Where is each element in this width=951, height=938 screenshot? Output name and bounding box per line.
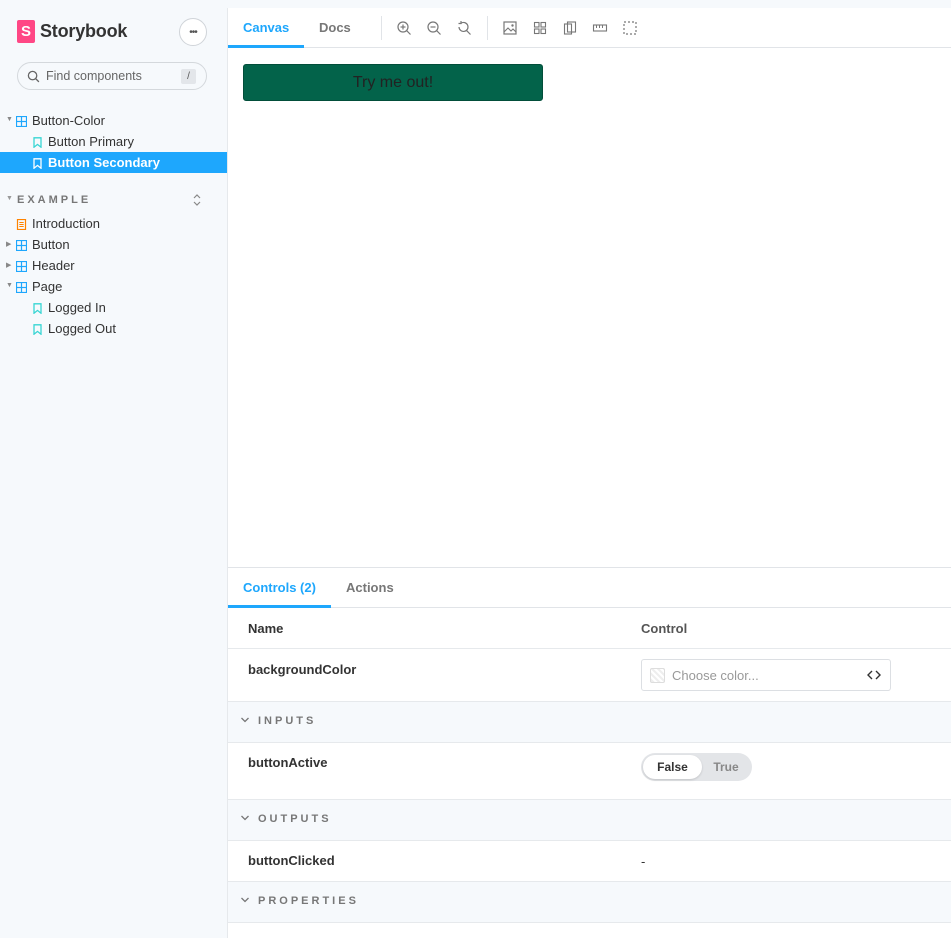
color-placeholder: Choose color...: [672, 668, 759, 683]
tree-item-label: Button Primary: [48, 134, 134, 149]
background-icon[interactable]: [502, 20, 518, 36]
bookmark-icon: [33, 324, 42, 335]
table-row: buttonActive False True: [228, 743, 951, 800]
tree-item-header[interactable]: ▶ Header: [0, 255, 227, 276]
main-panel: Canvas Docs Try me out! Controls (2) Act…: [227, 8, 951, 938]
tree-item-button-primary[interactable]: Button Primary: [0, 131, 227, 152]
settings-menu-button[interactable]: •••: [179, 18, 207, 46]
sidebar: S Storybook ••• / ▼ Button-Color Button …: [0, 0, 227, 938]
tree-item-button-color[interactable]: ▼ Button-Color: [0, 110, 227, 131]
tree-item-introduction[interactable]: Introduction: [0, 213, 227, 234]
chevron-down-icon: [241, 717, 249, 723]
group-inputs[interactable]: INPUTS: [228, 702, 951, 743]
toggle-option-false[interactable]: False: [643, 755, 702, 779]
arg-name: buttonClicked: [248, 853, 335, 868]
chevron-down-icon: [241, 815, 249, 821]
header-name: Name: [248, 621, 284, 636]
tree-item-label: Button: [32, 237, 70, 252]
component-icon: [16, 240, 27, 251]
table-row: backgroundColor Choose color...: [228, 649, 951, 702]
controls-table-header: Name Control: [228, 608, 951, 649]
document-icon: [16, 219, 27, 230]
code-icon[interactable]: [867, 669, 881, 681]
group-outputs[interactable]: OUTPUTS: [228, 800, 951, 841]
collapsed-caret-icon: ▶: [6, 241, 12, 248]
group-title: OUTPUTS: [258, 813, 332, 825]
toolbar: Canvas Docs: [228, 8, 951, 48]
tab-controls[interactable]: Controls (2): [228, 568, 331, 608]
storybook-brand[interactable]: S Storybook: [17, 20, 127, 43]
storybook-logo-icon: S: [17, 20, 35, 43]
group-properties[interactable]: PROPERTIES: [228, 882, 951, 923]
tree-item-label: Page: [32, 279, 63, 294]
ellipsis-icon: •••: [189, 26, 197, 38]
expanded-caret-icon: ▼: [6, 282, 13, 289]
toolbar-divider: [381, 16, 382, 40]
viewport-icon[interactable]: [562, 20, 578, 36]
try-me-out-button[interactable]: Try me out!: [243, 64, 543, 101]
tree-item-button[interactable]: ▶ Button: [0, 234, 227, 255]
logo-letter: S: [20, 23, 31, 40]
zoom-reset-icon[interactable]: [456, 20, 472, 36]
component-icon: [16, 116, 27, 127]
group-title: INPUTS: [258, 715, 317, 727]
tree-item-button-secondary[interactable]: Button Secondary: [0, 152, 227, 173]
measure-icon[interactable]: [592, 20, 608, 36]
component-icon: [16, 261, 27, 272]
tree-item-label: Introduction: [32, 216, 100, 231]
boolean-toggle[interactable]: False True: [641, 753, 752, 781]
section-title: EXAMPLE: [17, 194, 92, 206]
grid-icon[interactable]: [532, 20, 548, 36]
arg-value: -: [641, 854, 646, 869]
search-shortcut-key: /: [181, 69, 196, 84]
toggle-option-true[interactable]: True: [704, 755, 748, 779]
zoom-in-icon[interactable]: [396, 20, 412, 36]
group-title: PROPERTIES: [258, 895, 359, 907]
expanded-caret-icon: ▼: [6, 195, 13, 202]
header-control: Control: [641, 621, 688, 636]
search-input[interactable]: [46, 69, 166, 83]
expand-collapse-icon[interactable]: [192, 193, 202, 207]
arg-name: backgroundColor: [248, 662, 357, 677]
tab-actions[interactable]: Actions: [331, 568, 409, 608]
tree-item-label: Button Secondary: [48, 155, 160, 170]
toolbar-divider: [487, 16, 488, 40]
tree-item-label: Logged In: [48, 300, 106, 315]
zoom-out-icon[interactable]: [426, 20, 442, 36]
tree-item-logged-out[interactable]: Logged Out: [0, 318, 227, 339]
tree-item-label: Button-Color: [32, 113, 105, 128]
chevron-down-icon: [241, 897, 249, 903]
bookmark-icon: [33, 137, 42, 148]
section-example[interactable]: ▼ EXAMPLE: [0, 190, 227, 210]
component-icon: [16, 282, 27, 293]
tree-item-logged-in[interactable]: Logged In: [0, 297, 227, 318]
bookmark-icon: [33, 303, 42, 314]
collapsed-caret-icon: ▶: [6, 262, 12, 269]
canvas-preview: Try me out!: [228, 48, 951, 567]
addon-tabs: Controls (2) Actions: [228, 568, 951, 608]
search-box[interactable]: /: [17, 62, 207, 90]
color-picker-input[interactable]: Choose color...: [641, 659, 891, 691]
outline-icon[interactable]: [622, 20, 638, 36]
brand-name: Storybook: [40, 21, 128, 41]
tree-item-page[interactable]: ▼ Page: [0, 276, 227, 297]
expanded-caret-icon: ▼: [6, 116, 13, 123]
color-swatch[interactable]: [650, 668, 665, 683]
search-icon: [27, 70, 40, 82]
tree-item-label: Header: [32, 258, 75, 273]
addons-panel: Controls (2) Actions Name Control backgr…: [228, 567, 951, 938]
tree-item-label: Logged Out: [48, 321, 116, 336]
table-row: buttonClicked -: [228, 841, 951, 882]
tab-docs[interactable]: Docs: [304, 8, 366, 48]
tab-canvas[interactable]: Canvas: [228, 8, 305, 48]
bookmark-icon: [33, 158, 42, 169]
arg-name: buttonActive: [248, 755, 328, 770]
